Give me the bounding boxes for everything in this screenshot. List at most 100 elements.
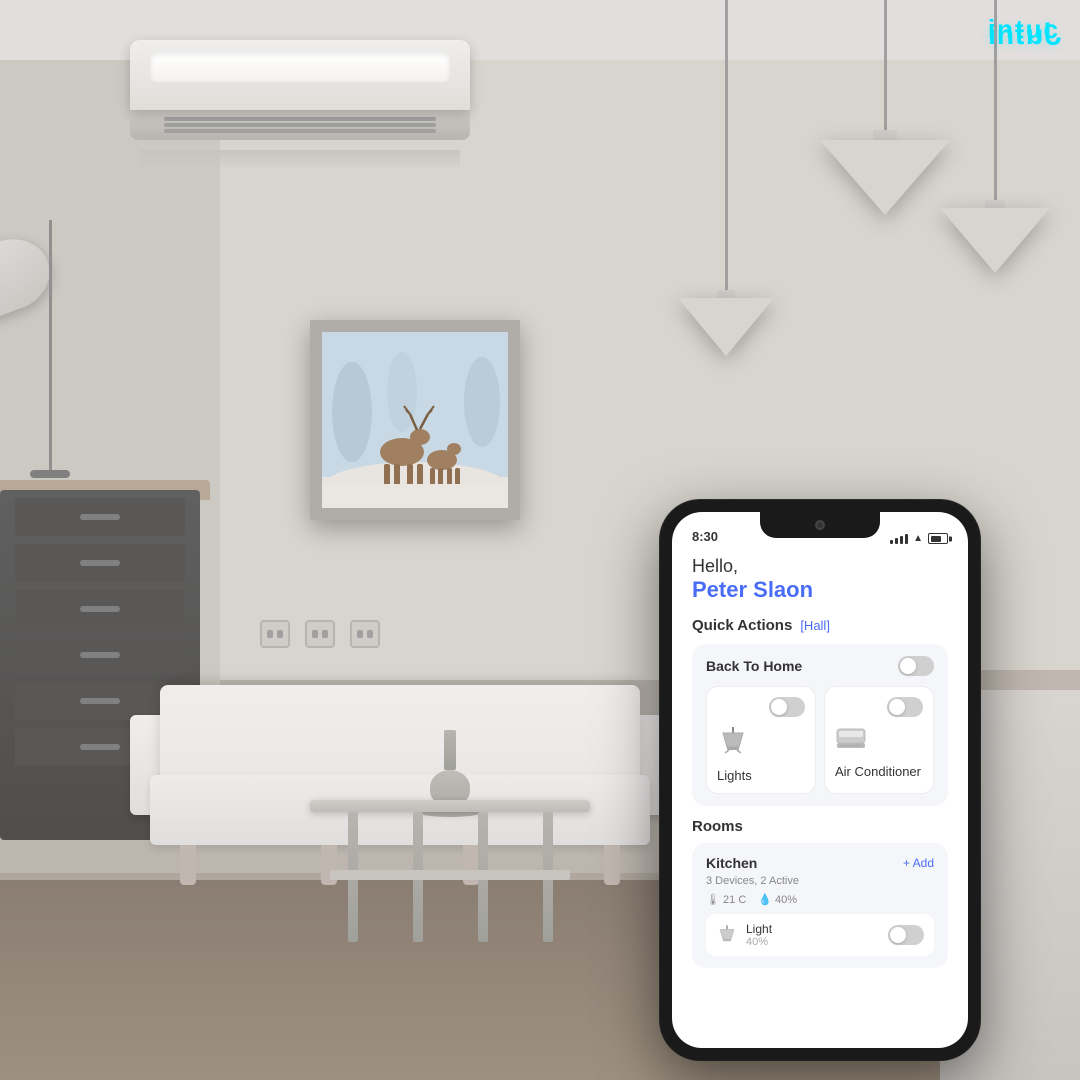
- sofa-leg: [180, 845, 196, 885]
- lights-card: Lights: [706, 686, 816, 794]
- battery-fill: [931, 536, 942, 542]
- kitchen-name: Kitchen: [706, 855, 757, 871]
- greeting-name: Peter Slaon: [692, 577, 948, 603]
- outlet-hole: [322, 630, 328, 638]
- device-cards: Lights: [706, 686, 934, 794]
- bth-title: Back To Home: [706, 658, 802, 674]
- lights-name: Lights: [717, 768, 805, 783]
- lights-toggle-knob: [771, 699, 787, 715]
- floor-lamp: [30, 220, 70, 478]
- pendant-light-3: [678, 0, 774, 356]
- bth-header: Back To Home: [706, 656, 934, 676]
- status-icons: ▲: [890, 533, 948, 544]
- lights-icon: [717, 725, 749, 757]
- room-temp: 🌡 21 C: [706, 893, 746, 906]
- logo-brand: intuc: [988, 14, 1060, 45]
- outlet-hole: [267, 630, 273, 638]
- quick-actions-label: Quick Actions: [692, 617, 792, 634]
- coffee-table-shelf: [330, 870, 570, 880]
- ac-card-header: [835, 697, 923, 717]
- outlet-hole: [312, 630, 318, 638]
- room-light-toggle-knob: [890, 927, 906, 943]
- ac-name: Air Conditioner: [835, 764, 923, 779]
- floor-lamp-pole: [49, 220, 52, 470]
- cabinet-drawer-1: [15, 498, 185, 536]
- room-device-info: Light 40%: [746, 922, 772, 948]
- cabinet-handle: [80, 698, 120, 704]
- rooms-title: Rooms: [692, 818, 948, 835]
- room-tag: [Hall]: [800, 618, 830, 633]
- bth-toggle-knob: [900, 658, 916, 674]
- quick-actions-header: Quick Actions [Hall]: [692, 617, 948, 634]
- room-device-row: Light 40%: [706, 914, 934, 956]
- bth-toggle[interactable]: [898, 656, 934, 676]
- cabinet-drawer-2: [15, 544, 185, 582]
- ac-fins: [140, 150, 460, 170]
- cabinet-handle: [80, 652, 120, 658]
- room-device-percent: 40%: [746, 936, 772, 948]
- status-time: 8:30: [692, 529, 718, 544]
- app-content[interactable]: Hello, Peter Slaon Quick Actions [Hall] …: [672, 548, 968, 1048]
- ac-vent: [130, 110, 470, 140]
- ac-unit: [130, 40, 470, 150]
- signal-bar-2: [895, 538, 898, 544]
- phone-screen: 8:30 ▲ Hello, Peter Slaon: [672, 512, 968, 1048]
- rooms-section: Rooms Kitchen + Add 3 Devices, 2 Active …: [692, 818, 948, 968]
- add-button[interactable]: + Add: [903, 856, 934, 870]
- wifi-icon: ▲: [913, 533, 923, 544]
- room-device-name: Light: [746, 922, 772, 936]
- picture-frame: [310, 320, 520, 520]
- cabinet-drawer-3: [15, 590, 185, 628]
- phone-container: 8:30 ▲ Hello, Peter Slaon: [660, 500, 980, 1060]
- cabinet-drawer-4: [15, 636, 185, 674]
- pendant-light-1: [820, 0, 950, 215]
- outlet-hole: [367, 630, 373, 638]
- ac-body: [130, 40, 470, 110]
- ac-toggle-knob: [889, 699, 905, 715]
- room-light-toggle[interactable]: [888, 925, 924, 945]
- cabinet-handle: [80, 606, 120, 612]
- logo-label: intuc: [988, 14, 1060, 44]
- lights-toggle[interactable]: [769, 697, 805, 717]
- phone-notch: [760, 512, 880, 538]
- picture-inner: [322, 332, 508, 508]
- coffee-table: [310, 800, 590, 940]
- room-device-left: Light 40%: [716, 922, 772, 948]
- signal-bar-3: [900, 536, 903, 544]
- cabinet-handle: [80, 744, 120, 750]
- outlet-hole: [277, 630, 283, 638]
- phone-frame: 8:30 ▲ Hello, Peter Slaon: [660, 500, 980, 1060]
- signal-bar-4: [905, 534, 908, 544]
- coffee-table-top: [310, 800, 590, 812]
- room-humidity: 💧 40%: [758, 893, 797, 906]
- outlet-2: [305, 620, 335, 648]
- room-card-header: Kitchen + Add: [706, 855, 934, 871]
- cabinet-handle: [80, 514, 120, 520]
- room-stats: 🌡 21 C 💧 40%: [706, 893, 934, 906]
- signal-bar-1: [890, 540, 893, 544]
- vase-neck: [444, 730, 456, 770]
- greeting-prefix: Hello,: [692, 556, 948, 577]
- ac-icon: [835, 725, 867, 753]
- deer-scene: [322, 332, 508, 508]
- outlet-holes-2: [312, 630, 328, 638]
- battery-icon: [928, 533, 948, 544]
- floor-lamp-base: [30, 470, 70, 478]
- wall-outlets: [260, 620, 380, 648]
- room-info: 3 Devices, 2 Active: [706, 875, 934, 887]
- notch-camera: [815, 520, 825, 530]
- cabinet-handle: [80, 560, 120, 566]
- sofa-leg: [604, 845, 620, 885]
- lights-card-header: [717, 697, 805, 717]
- back-to-home-card: Back To Home: [692, 644, 948, 806]
- ac-toggle[interactable]: [887, 697, 923, 717]
- outlet-holes-3: [357, 630, 373, 638]
- outlet-3: [350, 620, 380, 648]
- signal-bars: [890, 534, 908, 544]
- outlet-1: [260, 620, 290, 648]
- outlet-holes-1: [267, 630, 283, 638]
- outlet-hole: [357, 630, 363, 638]
- kitchen-room-card: Kitchen + Add 3 Devices, 2 Active 🌡 21 C…: [692, 843, 948, 968]
- ac-card: Air Conditioner: [824, 686, 934, 794]
- room-light-icon: [716, 924, 738, 946]
